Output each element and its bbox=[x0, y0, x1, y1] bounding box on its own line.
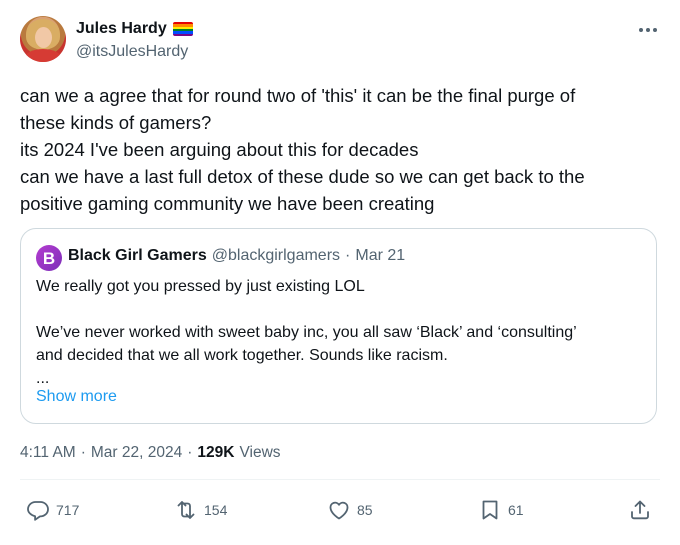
quoted-handle[interactable]: @blackgirlgamers bbox=[212, 247, 340, 265]
avatar-shirt bbox=[24, 49, 62, 62]
quoted-line: We’ve never worked with sweet baby inc, … bbox=[36, 324, 577, 341]
reply-button[interactable]: 717 bbox=[26, 496, 79, 524]
tweet-time[interactable]: 4:11 AM bbox=[20, 444, 76, 462]
reply-icon bbox=[27, 501, 49, 521]
quoted-line: ... bbox=[36, 370, 50, 387]
meta-separator: · bbox=[80, 444, 86, 461]
quoted-header: Black Girl Gamers @blackgirlgamers · Mar… bbox=[68, 247, 405, 265]
avatar[interactable] bbox=[20, 16, 66, 62]
author-display-name[interactable]: Jules Hardy bbox=[76, 20, 167, 38]
tweet-text: can we a agree that for round two of 'th… bbox=[20, 82, 660, 217]
quoted-separator: · bbox=[345, 247, 351, 264]
meta-separator: · bbox=[187, 444, 193, 461]
more-dot-icon bbox=[639, 28, 643, 32]
quoted-line: We really got you pressed by just existi… bbox=[36, 278, 365, 295]
show-more-link[interactable]: Show more bbox=[36, 388, 117, 406]
repost-button[interactable]: 154 bbox=[174, 496, 227, 524]
more-dot-icon bbox=[646, 28, 650, 32]
author-name-row: Jules Hardy bbox=[76, 20, 193, 38]
avatar-face bbox=[35, 27, 52, 48]
tweet-line: can we have a last full detox of these d… bbox=[20, 166, 585, 187]
tweet-line: these kinds of gamers? bbox=[20, 112, 212, 133]
divider bbox=[20, 479, 660, 480]
more-dot-icon bbox=[653, 28, 657, 32]
bookmark-icon bbox=[482, 500, 498, 520]
reply-count: 717 bbox=[56, 502, 80, 518]
bookmark-count: 61 bbox=[508, 502, 524, 518]
repost-icon bbox=[177, 501, 195, 519]
tweet-line: its 2024 I've been arguing about this fo… bbox=[20, 139, 419, 160]
author-handle[interactable]: @itsJulesHardy bbox=[76, 43, 188, 61]
rainbow-flag-icon bbox=[172, 22, 193, 36]
views-count[interactable]: 129K bbox=[197, 444, 234, 462]
bookmark-button[interactable]: 61 bbox=[478, 496, 524, 524]
tweet: Jules Hardy @itsJulesHardy can we a agre… bbox=[0, 0, 680, 545]
like-button[interactable]: 85 bbox=[327, 496, 373, 524]
share-button[interactable] bbox=[628, 496, 652, 524]
tweet-line: can we a agree that for round two of 'th… bbox=[20, 85, 576, 106]
flag-stripe bbox=[172, 33, 193, 36]
like-count: 85 bbox=[357, 502, 373, 518]
share-icon bbox=[631, 500, 649, 520]
tweet-meta: 4:11 AM · Mar 22, 2024 · 129K Views bbox=[20, 444, 281, 462]
quoted-display-name[interactable]: Black Girl Gamers bbox=[68, 247, 207, 265]
quoted-line: and decided that we all work together. S… bbox=[36, 347, 448, 364]
quoted-tweet-card[interactable]: B Black Girl Gamers @blackgirlgamers · M… bbox=[20, 228, 657, 424]
tweet-line: positive gaming community we have been c… bbox=[20, 193, 435, 214]
views-label: Views bbox=[239, 444, 281, 461]
quoted-line bbox=[36, 298, 646, 321]
quoted-avatar-letter: B bbox=[42, 248, 56, 268]
tweet-date[interactable]: Mar 22, 2024 bbox=[91, 444, 182, 462]
quoted-date[interactable]: Mar 21 bbox=[355, 247, 405, 265]
quoted-text: We really got you pressed by just existi… bbox=[36, 275, 646, 390]
repost-count: 154 bbox=[204, 502, 228, 518]
more-options-button[interactable] bbox=[634, 18, 662, 42]
quoted-avatar[interactable]: B bbox=[36, 245, 62, 271]
heart-icon bbox=[329, 501, 349, 520]
